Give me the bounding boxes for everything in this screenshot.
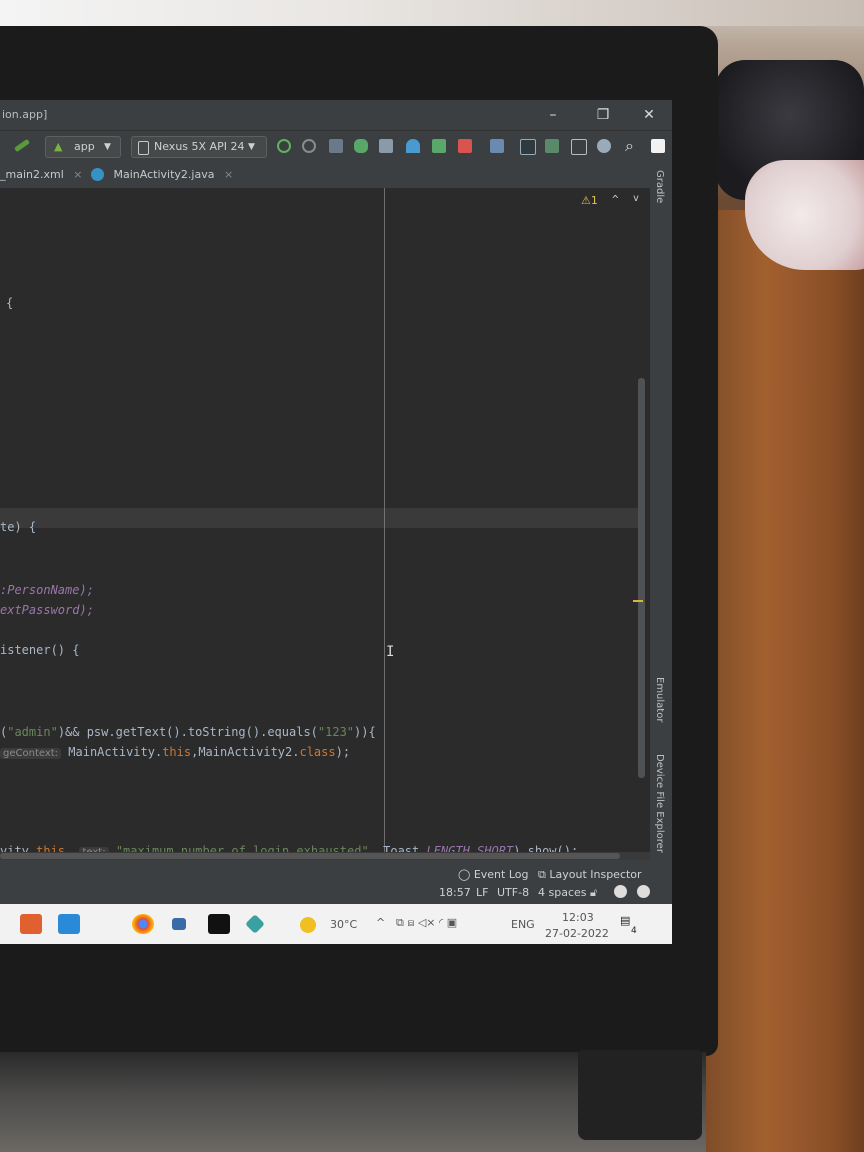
device-manager-icon[interactable] bbox=[571, 139, 587, 155]
avd-manager-icon[interactable] bbox=[520, 139, 536, 155]
close-tab-icon[interactable]: × bbox=[224, 168, 233, 181]
layout-inspector-button[interactable]: ⧉ Layout Inspector bbox=[538, 868, 642, 882]
window-title: ion.app] bbox=[2, 108, 48, 121]
terminal-icon[interactable] bbox=[208, 914, 230, 934]
apply-code-changes-icon[interactable] bbox=[302, 139, 316, 153]
chevron-up-icon[interactable]: ^ bbox=[376, 916, 385, 929]
apply-changes-icon[interactable] bbox=[277, 139, 291, 153]
sdk-manager-icon[interactable] bbox=[545, 139, 559, 153]
android-icon: ▲ bbox=[54, 140, 63, 153]
laptop-screen: ion.app] – ❐ ✕ ▲ app ▼ Nexus 5X API 24 ▼… bbox=[0, 100, 672, 944]
temperature[interactable]: 30°C bbox=[330, 918, 357, 931]
status-bar: ◯ Event Log ⧉ Layout Inspector 18:57 LF … bbox=[0, 860, 672, 904]
file-encoding[interactable]: UTF-8 bbox=[497, 886, 529, 899]
windows-taskbar: 30°C ^ ⧉ ⧈ ◁× ◜ ▣ ENG 12:03 27-02-2022 ▤… bbox=[0, 904, 672, 944]
main-toolbar: ▲ app ▼ Nexus 5X API 24 ▼ ⌕ bbox=[0, 130, 672, 163]
search-icon[interactable]: ⌕ bbox=[625, 136, 634, 156]
chevron-down-icon: ▼ bbox=[104, 142, 111, 152]
clock-date[interactable]: 27-02-2022 bbox=[545, 927, 609, 940]
code-line: { bbox=[6, 296, 14, 310]
event-log-button[interactable]: ◯ Event Log bbox=[458, 868, 528, 881]
run-config-label: app bbox=[74, 140, 95, 153]
code-line: geContext: MainActivity.this,MainActivit… bbox=[0, 745, 350, 759]
close-tab-icon[interactable]: × bbox=[73, 168, 82, 181]
assistant-icon[interactable] bbox=[597, 139, 611, 153]
editor-tabs: _main2.xml × MainActivity2.java × bbox=[0, 162, 672, 189]
tab-mainactivity2-java[interactable]: MainActivity2.java × bbox=[91, 168, 233, 181]
device-file-explorer-tab[interactable]: Device File Explorer bbox=[654, 754, 665, 853]
chevron-down-icon: ▼ bbox=[248, 142, 255, 152]
text-cursor-icon: I bbox=[386, 644, 395, 660]
param-hint: geContext: bbox=[0, 748, 62, 759]
minimize-button[interactable]: – bbox=[541, 105, 565, 125]
code-line: extPassword); bbox=[0, 603, 94, 617]
notification-icon[interactable]: ▤ bbox=[620, 914, 630, 927]
vscode-icon[interactable] bbox=[58, 914, 80, 934]
indent-setting[interactable]: 4 spaces bbox=[538, 886, 587, 899]
stop-icon[interactable] bbox=[458, 139, 472, 153]
title-bar: ion.app] – ❐ ✕ bbox=[0, 100, 672, 130]
profile-icon[interactable] bbox=[406, 139, 420, 153]
account-icon[interactable] bbox=[651, 139, 665, 153]
android-studio-icon[interactable] bbox=[245, 914, 265, 934]
prev-highlight-icon[interactable]: ^ bbox=[612, 193, 619, 206]
app-icon[interactable] bbox=[172, 918, 186, 930]
notification-count: 4 bbox=[631, 926, 637, 936]
background-table bbox=[700, 210, 864, 1152]
build-hammer-icon[interactable] bbox=[14, 138, 30, 153]
smiley-icon[interactable] bbox=[614, 885, 627, 898]
code-line: :PersonName); bbox=[0, 583, 94, 597]
right-tool-strip: Gradle Emulator Device File Explorer bbox=[650, 162, 672, 862]
clock-time[interactable]: 12:03 bbox=[562, 911, 594, 924]
feedback-icon[interactable] bbox=[637, 885, 650, 898]
current-line-highlight bbox=[0, 508, 640, 528]
layout-inspector-icon: ⧉ bbox=[538, 868, 546, 881]
right-margin-guide bbox=[384, 188, 385, 860]
horizontal-scrollbar[interactable] bbox=[0, 852, 650, 860]
tab-label: MainActivity2.java bbox=[113, 168, 215, 181]
weather-icon bbox=[300, 917, 316, 933]
next-highlight-icon[interactable]: v bbox=[633, 193, 639, 204]
emulator-tab[interactable]: Emulator bbox=[654, 677, 665, 722]
background-wall bbox=[0, 0, 864, 26]
language-indicator[interactable]: ENG bbox=[511, 918, 535, 931]
warning-indicator[interactable]: ⚠1 bbox=[581, 194, 598, 207]
laptop-hinge bbox=[578, 1050, 702, 1140]
device-dropdown[interactable]: Nexus 5X API 24 ▼ bbox=[131, 136, 267, 158]
event-log-icon: ◯ bbox=[458, 868, 471, 881]
code-line: ("admin")&& psw.getText().toString().equ… bbox=[0, 725, 376, 739]
device-label: Nexus 5X API 24 bbox=[154, 140, 245, 153]
xampp-icon[interactable] bbox=[20, 914, 42, 934]
java-class-icon bbox=[91, 168, 104, 181]
lock-icon[interactable]: 🔓︎ bbox=[590, 886, 597, 900]
code-line: te) { bbox=[0, 520, 37, 534]
line-ending[interactable]: LF bbox=[476, 886, 488, 899]
restore-button[interactable]: ❐ bbox=[591, 105, 615, 125]
warning-stripe-marker[interactable] bbox=[633, 600, 643, 602]
tab-label: _main2.xml bbox=[0, 168, 64, 181]
code-editor[interactable]: ⚠1 ^ v { te) { :PersonName); extPassword… bbox=[0, 188, 650, 860]
run-config-dropdown[interactable]: ▲ app ▼ bbox=[45, 136, 121, 158]
phone-icon bbox=[138, 141, 149, 155]
code-line: istener() { bbox=[0, 643, 80, 657]
background-cloth bbox=[745, 160, 864, 270]
horizontal-scroll-thumb[interactable] bbox=[0, 853, 620, 859]
attach-process-icon[interactable] bbox=[432, 139, 446, 153]
coverage-icon[interactable] bbox=[329, 139, 343, 153]
vertical-scrollbar[interactable] bbox=[638, 378, 645, 778]
tray-icons[interactable]: ⧉ ⧈ ◁× ◜ ▣ bbox=[396, 916, 457, 930]
caret-position[interactable]: 18:57 bbox=[439, 886, 471, 899]
sync-project-icon[interactable] bbox=[490, 139, 504, 153]
gradle-tab[interactable]: Gradle bbox=[654, 170, 665, 203]
attach-debugger-icon[interactable] bbox=[379, 139, 393, 153]
chrome-icon[interactable] bbox=[132, 914, 154, 934]
tab-main2-xml[interactable]: _main2.xml × bbox=[0, 168, 82, 181]
debug-icon[interactable] bbox=[354, 139, 368, 153]
close-button[interactable]: ✕ bbox=[637, 105, 661, 125]
